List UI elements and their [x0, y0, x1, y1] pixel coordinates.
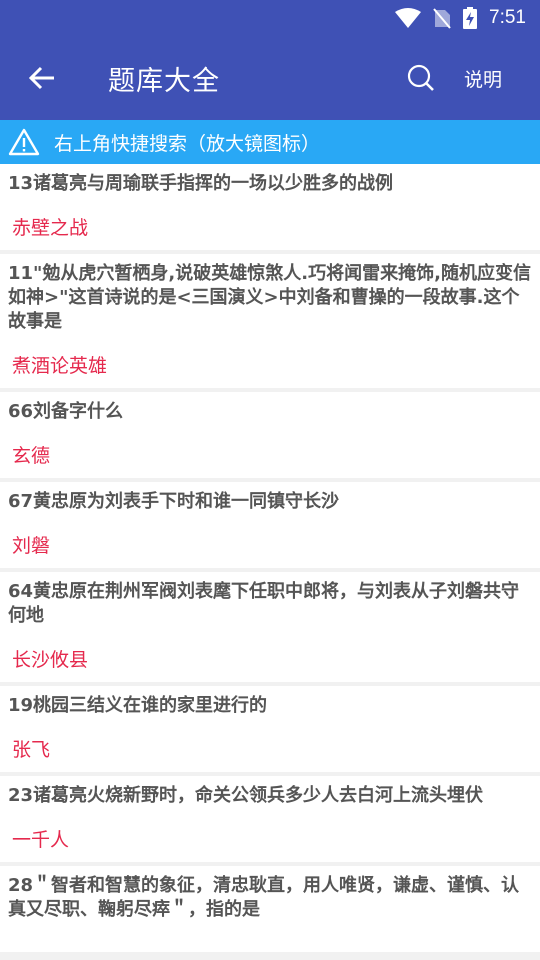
question-text: 13诸葛亮与周瑜联手指挥的一场以少胜多的战例	[8, 173, 394, 194]
back-button[interactable]	[0, 36, 84, 120]
question-item[interactable]: 11"勉从虎穴暂栖身,说破英雄惊煞人.巧将闻雷来掩饰,随机应变信如神>"这首诗说…	[0, 254, 540, 388]
arrow-back-icon	[29, 66, 54, 90]
question-text: 11"勉从虎穴暂栖身,说破英雄惊煞人.巧将闻雷来掩饰,随机应变信如神>"这首诗说…	[8, 263, 531, 332]
app-bar: 题库大全 说明	[0, 36, 540, 120]
question-item[interactable]: 66刘备字什么 玄德	[0, 392, 540, 478]
warning-icon	[8, 128, 40, 156]
question-item[interactable]: 64黄忠原在荆州军阀刘表麾下任职中郎将，与刘表从子刘磐共守何地 长沙攸县	[0, 572, 540, 682]
notice-banner: 右上角快捷搜索（放大镜图标）	[0, 120, 540, 164]
page-title: 题库大全	[108, 65, 220, 97]
battery-charging-icon	[463, 7, 478, 29]
question-item[interactable]: 67黄忠原为刘表手下时和谁一同镇守长沙 刘磐	[0, 482, 540, 568]
question-text: 23诸葛亮火烧新野时，命关公领兵多少人去白河上流头埋伏	[8, 785, 484, 806]
question-text: 64黄忠原在荆州军阀刘表麾下任职中郎将，与刘表从子刘磐共守何地	[8, 581, 520, 626]
notice-text: 右上角快捷搜索（放大镜图标）	[54, 132, 321, 155]
answer-text: 长沙攸县	[12, 649, 89, 671]
answer-text	[8, 922, 532, 952]
answer-text: 张飞	[12, 739, 51, 761]
no-sim-icon	[433, 7, 451, 29]
question-text: 19桃园三结义在谁的家里进行的	[8, 695, 268, 716]
answer-text: 一千人	[12, 829, 70, 851]
question-text: 67黄忠原为刘表手下时和谁一同镇守长沙	[8, 491, 340, 512]
help-button[interactable]: 说明	[456, 65, 540, 92]
search-button[interactable]	[386, 36, 456, 120]
status-time: 7:51	[489, 7, 526, 28]
status-bar: 7:51	[0, 0, 540, 36]
question-item[interactable]: 19桃园三结义在谁的家里进行的 张飞	[0, 686, 540, 772]
question-text: 66刘备字什么	[8, 401, 124, 422]
question-text: 28＂智者和智慧的象征，清忠耿直，用人唯贤，谦虚、谨慎、认真又尽职、鞠躬尽瘁＂，…	[8, 875, 520, 920]
answer-text: 赤壁之战	[12, 217, 89, 239]
question-item[interactable]: 23诸葛亮火烧新野时，命关公领兵多少人去白河上流头埋伏 一千人	[0, 776, 540, 862]
search-icon	[407, 64, 434, 91]
question-item[interactable]: 13诸葛亮与周瑜联手指挥的一场以少胜多的战例 赤壁之战	[0, 164, 540, 250]
answer-text: 刘磐	[12, 535, 51, 557]
answer-text: 玄德	[12, 445, 51, 467]
question-list: 13诸葛亮与周瑜联手指挥的一场以少胜多的战例 赤壁之战 11"勉从虎穴暂栖身,说…	[0, 164, 540, 952]
question-item[interactable]: 28＂智者和智慧的象征，清忠耿直，用人唯贤，谦虚、谨慎、认真又尽职、鞠躬尽瘁＂，…	[0, 866, 540, 952]
answer-text: 煮酒论英雄	[12, 355, 108, 377]
wifi-icon	[395, 8, 422, 28]
